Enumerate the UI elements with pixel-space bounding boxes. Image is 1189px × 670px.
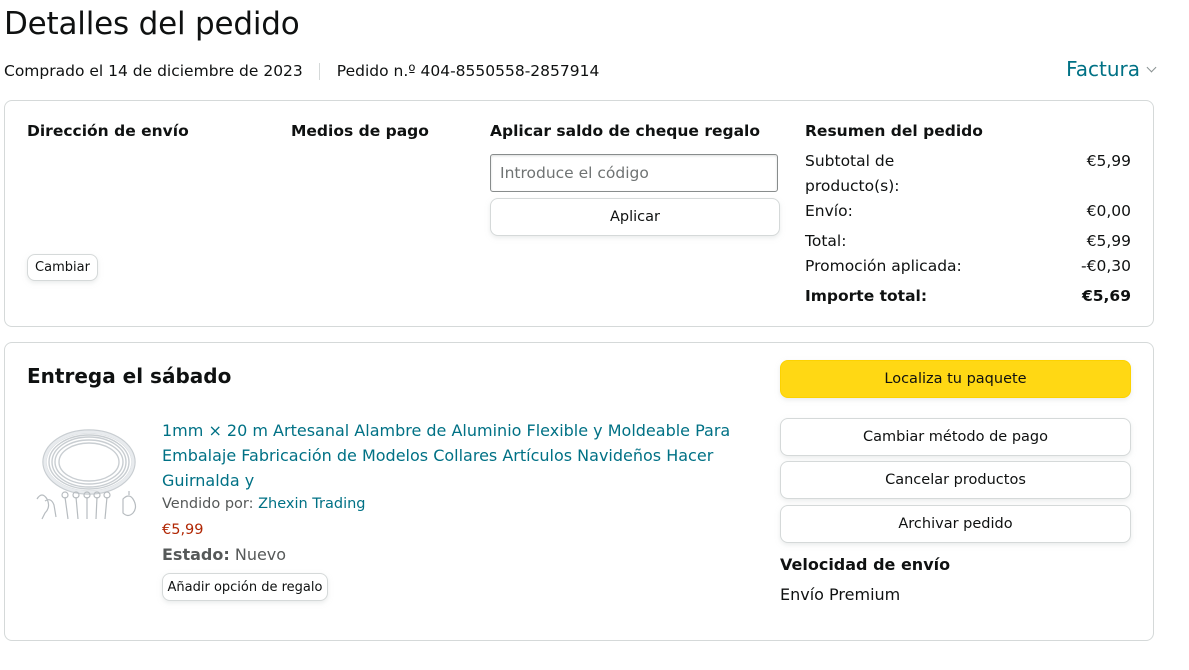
invoice-dropdown[interactable]: Factura [1066,57,1157,81]
shipping-speed-value: Envío Premium [780,585,901,604]
summary-value: -€0,30 [1081,257,1131,275]
apply-button[interactable]: Aplicar [490,198,780,236]
shipping-speed-heading: Velocidad de envío [780,555,951,574]
meta-divider [318,62,320,80]
add-gift-option-button[interactable]: Añadir opción de regalo [162,573,328,601]
product-condition: Estado: Nuevo [162,545,286,564]
change-address-button[interactable]: Cambiar [27,254,98,281]
product-price: €5,99 [162,522,204,538]
summary-label: Total: [805,232,847,250]
invoice-label: Factura [1066,57,1140,81]
summary-row-total: Total: €5,99 [805,229,1131,254]
cancel-items-button[interactable]: Cancelar productos [780,461,1131,499]
summary-value: €5,99 [1086,232,1131,250]
order-meta: Comprado el 14 de diciembre de 2023 Pedi… [4,62,599,80]
condition-label: Estado: [162,545,230,564]
track-package-button[interactable]: Localiza tu paquete [780,360,1131,398]
gift-card-input[interactable] [490,154,778,192]
seller-link[interactable]: Zhexin Trading [258,496,365,512]
gift-card-heading: Aplicar saldo de cheque regalo [490,122,760,140]
summary-value: €0,00 [1086,202,1131,220]
summary-label: Subtotal de producto(s): [805,152,900,195]
product-title-link[interactable]: 1mm × 20 m Artesanal Alambre de Aluminio… [162,418,752,493]
delivery-card: Entrega el sábado 1mm × 20 m Artesanal A… [4,342,1154,641]
wire-coil-icon [36,429,137,520]
summary-row-grand-total: Importe total: €5,69 [805,284,1131,309]
delivery-title: Entrega el sábado [27,364,232,388]
summary-label: Importe total: [805,287,928,305]
order-summary-card: Dirección de envío Medios de pago Aplica… [4,100,1154,327]
summary-label: Promoción aplicada: [805,257,962,275]
summary-value: €5,69 [1081,287,1131,305]
summary-row-promotion: Promoción aplicada: -€0,30 [805,254,1131,279]
archive-order-button[interactable]: Archivar pedido [780,505,1131,543]
summary-row-shipping: Envío: €0,00 [805,199,1131,224]
order-summary-heading: Resumen del pedido [805,122,983,140]
change-payment-method-button[interactable]: Cambiar método de pago [780,418,1131,456]
order-number: Pedido n.º 404-8550558-2857914 [336,62,600,80]
purchase-date: Comprado el 14 de diciembre de 2023 [4,62,303,80]
summary-value: €5,99 [1086,152,1131,170]
payment-methods-heading: Medios de pago [291,122,429,140]
sold-by-label: Vendido por: [162,496,254,512]
shipping-address-heading: Dirección de envío [27,122,189,140]
page-title: Detalles del pedido [4,6,300,42]
summary-row-subtotal: Subtotal de producto(s): €5,99 [805,149,1131,199]
sold-by: Vendido por: Zhexin Trading [162,496,366,512]
summary-label: Envío: [805,202,853,220]
chevron-down-icon [1146,62,1157,72]
product-image[interactable] [31,417,149,535]
condition-value: Nuevo [234,545,287,564]
